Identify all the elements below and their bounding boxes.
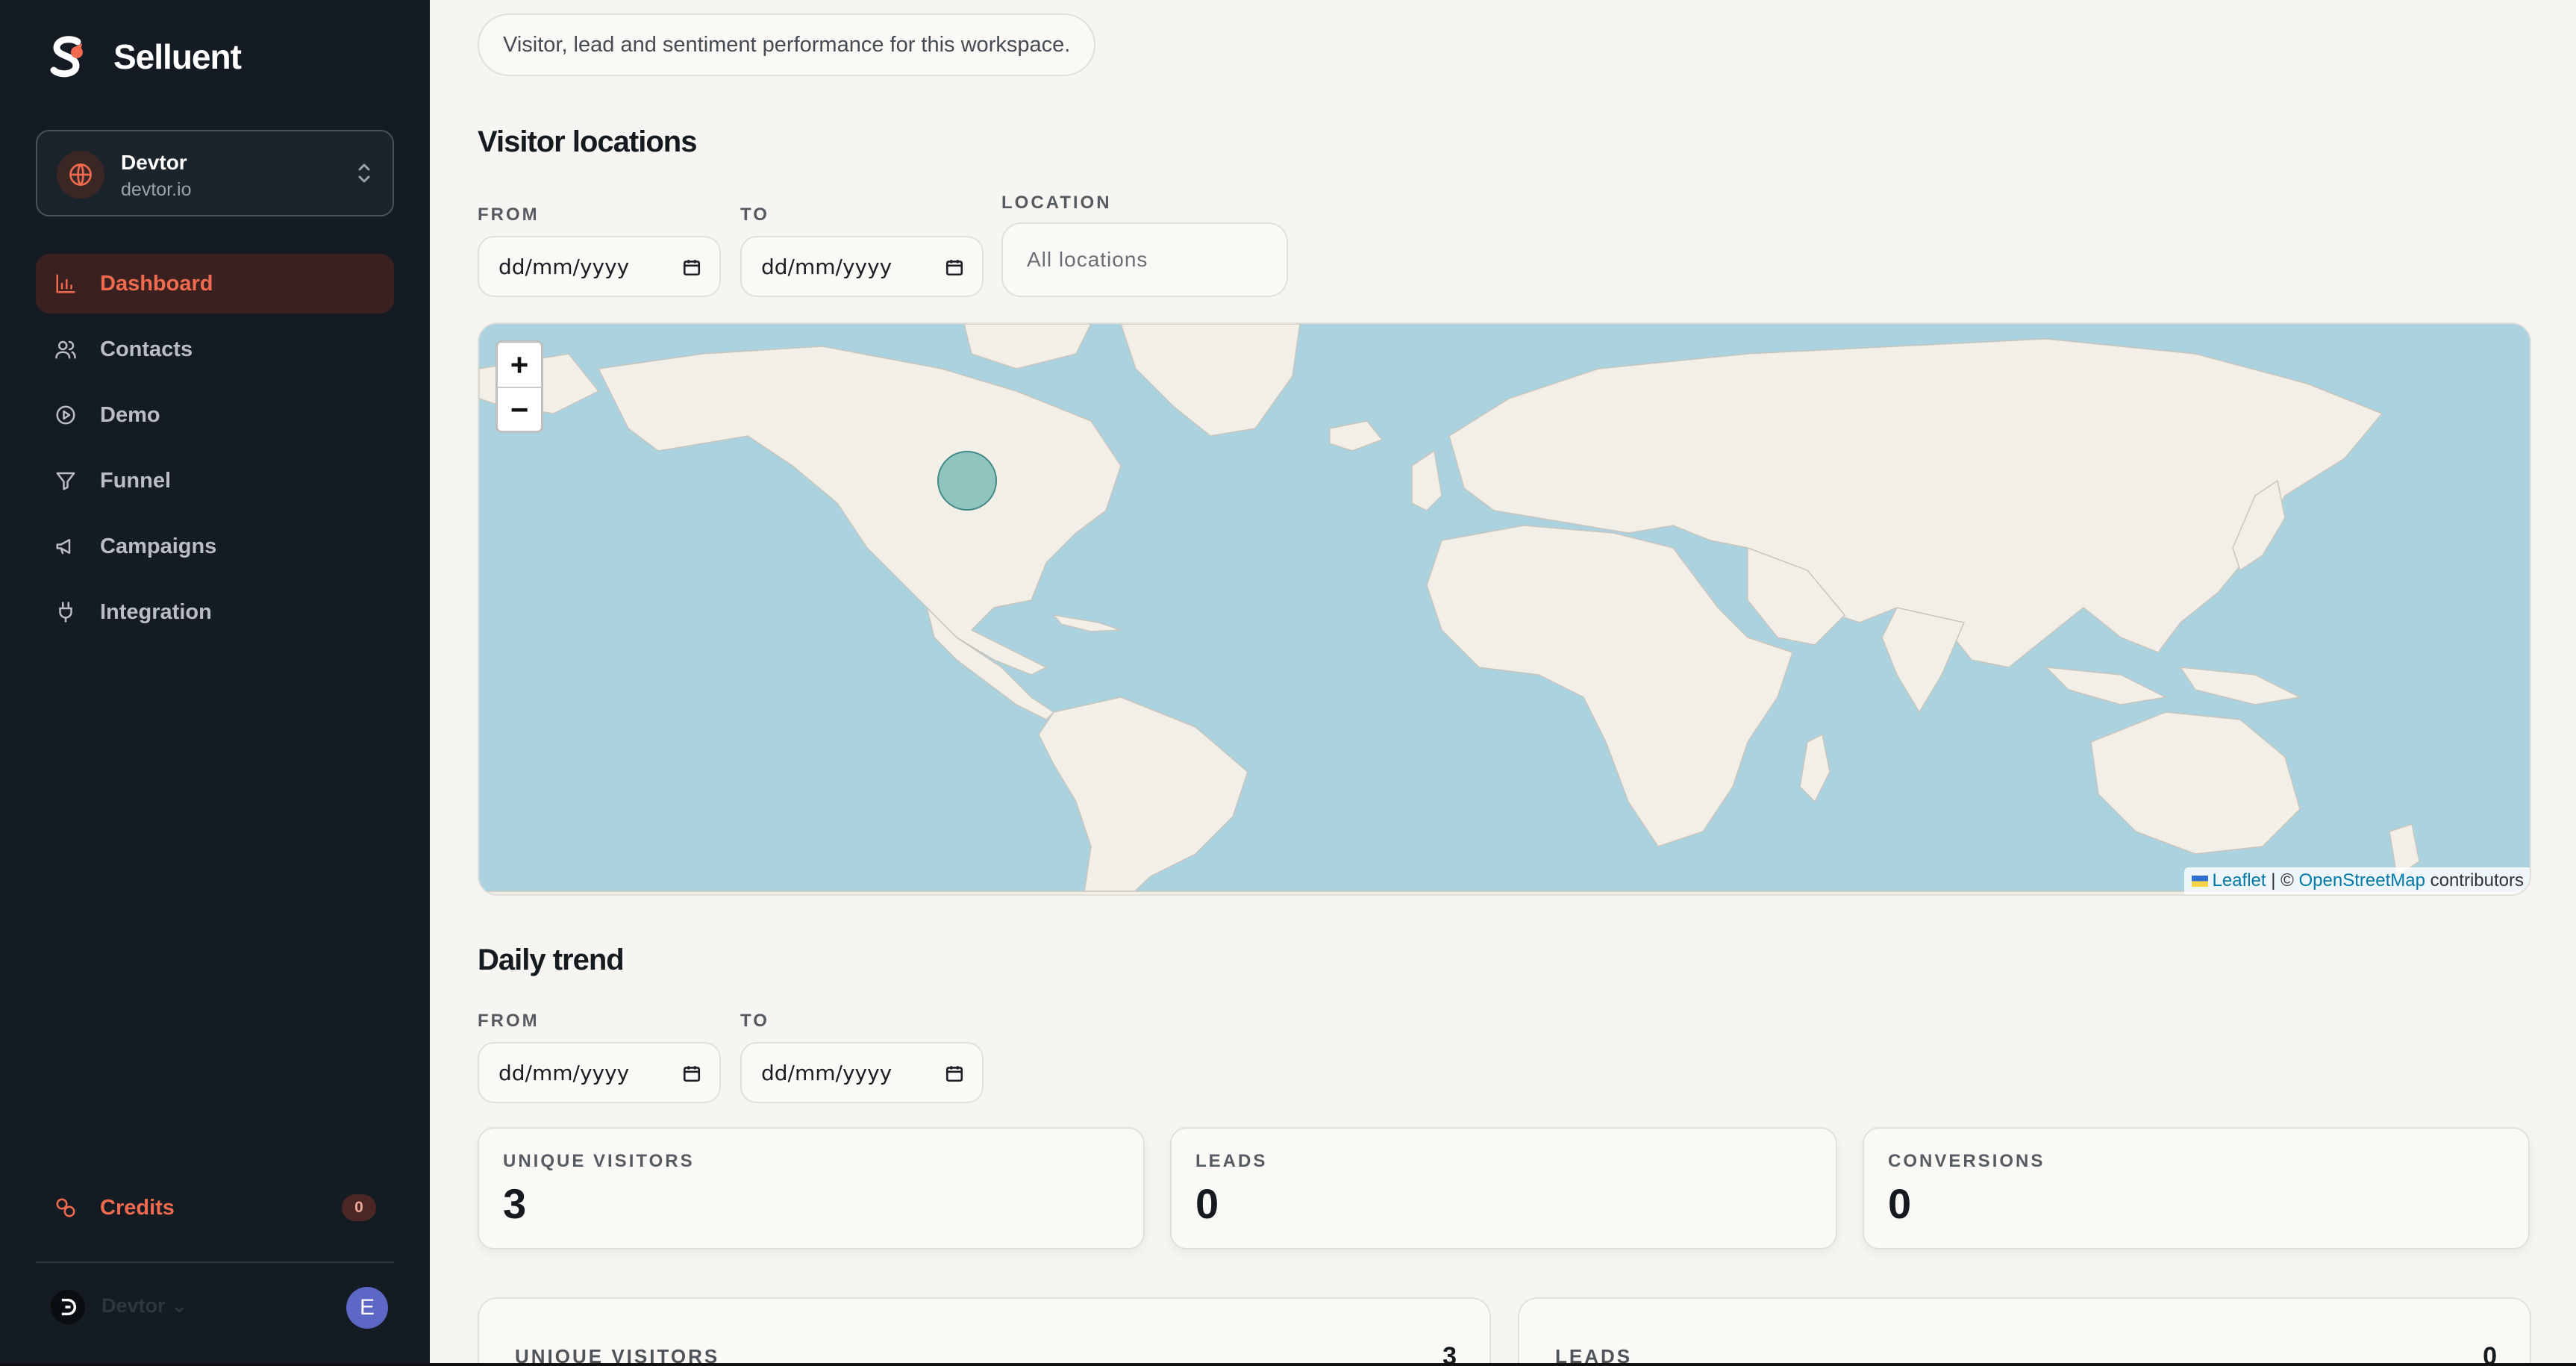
sidebar-item-contacts[interactable]: Contacts: [36, 319, 394, 379]
sidebar-item-integration[interactable]: Integration: [36, 582, 394, 642]
world-map-tiles: [479, 324, 2530, 894]
to-label: TO: [740, 1011, 769, 1031]
app-name: Selluent: [113, 37, 242, 76]
credits-label: Credits: [100, 1195, 175, 1220]
chart-card-leads: LEADS 0: [1518, 1297, 2531, 1366]
workspace-domain: devtor.io: [121, 179, 192, 200]
brand[interactable]: Selluent: [49, 34, 242, 79]
play-circle-icon: [54, 403, 78, 427]
kpi-value: 0: [1888, 1180, 1912, 1227]
visitor-from-date-input[interactable]: dd/mm/yyyy: [478, 236, 721, 297]
daily-trend-title: Daily trend: [478, 944, 625, 976]
visitor-map[interactable]: + − Leaflet | © OpenStreetMap contributo…: [478, 322, 2531, 896]
kpi-card-leads: LEADS 0: [1170, 1127, 1837, 1250]
sidebar: Selluent Devtor devtor.io Dashboard Cont…: [0, 0, 430, 1366]
calendar-icon[interactable]: [682, 1064, 701, 1088]
from-label: FROM: [478, 1011, 540, 1031]
kpi-label: CONVERSIONS: [1888, 1151, 2045, 1171]
attribution-tail: contributors: [2425, 870, 2524, 891]
coins-icon: [54, 1196, 78, 1220]
avatar[interactable]: E: [346, 1287, 388, 1329]
workspace-logo-icon: [51, 1290, 85, 1324]
sidebar-item-label: Campaigns: [100, 534, 217, 558]
map-attribution: Leaflet | © OpenStreetMap contributors: [2183, 867, 2530, 894]
to-label: TO: [740, 205, 769, 225]
kpi-card-conversions: CONVERSIONS 0: [1863, 1127, 2530, 1250]
sidebar-item-demo[interactable]: Demo: [36, 385, 394, 445]
location-filter-input[interactable]: All locations: [1001, 222, 1288, 297]
kpi-value: 3: [503, 1180, 527, 1227]
megaphone-icon: [54, 534, 78, 558]
trend-to-date-input[interactable]: dd/mm/yyyy: [740, 1042, 984, 1103]
footer-workspace-name: Devtor: [101, 1294, 166, 1317]
sidebar-item-credits[interactable]: Credits 0: [36, 1178, 394, 1238]
sidebar-item-label: Integration: [100, 599, 212, 624]
zoom-out-button[interactable]: −: [498, 387, 541, 431]
sidebar-nav: Dashboard Contacts Demo Funnel Campaigns: [36, 254, 394, 648]
chevron-up-down-icon: [355, 160, 373, 190]
visitor-to-date-input[interactable]: dd/mm/yyyy: [740, 236, 984, 297]
selluent-logo-icon: [49, 34, 88, 79]
users-icon: [54, 337, 78, 361]
sidebar-divider: [36, 1261, 394, 1263]
sidebar-item-label: Dashboard: [100, 271, 213, 296]
kpi-label: LEADS: [1195, 1151, 1268, 1171]
date-value: dd/mm/yyyy: [761, 254, 892, 279]
date-value: dd/mm/yyyy: [761, 1060, 892, 1085]
sidebar-item-label: Contacts: [100, 337, 193, 361]
visitor-location-marker[interactable]: [937, 451, 997, 511]
globe-icon: [57, 151, 104, 199]
sidebar-item-label: Demo: [100, 402, 160, 427]
sidebar-item-dashboard[interactable]: Dashboard: [36, 254, 394, 314]
visitor-locations-title: Visitor locations: [478, 125, 697, 158]
openstreetmap-link[interactable]: OpenStreetMap: [2299, 870, 2425, 891]
date-value: dd/mm/yyyy: [498, 1060, 630, 1085]
from-label: FROM: [478, 205, 540, 225]
page-description: Visitor, lead and sentiment performance …: [478, 13, 1096, 76]
kpi-card-unique-visitors: UNIQUE VISITORS 3: [478, 1127, 1145, 1250]
sidebar-item-campaigns[interactable]: Campaigns: [36, 517, 394, 576]
location-placeholder: All locations: [1027, 248, 1148, 271]
workspace-name: Devtor: [121, 151, 187, 174]
funnel-icon: [54, 469, 78, 493]
sidebar-item-label: Funnel: [100, 468, 172, 493]
map-zoom-control: + −: [495, 340, 543, 433]
bar-chart-icon: [54, 272, 78, 296]
date-value: dd/mm/yyyy: [498, 254, 630, 279]
kpi-value: 0: [1195, 1180, 1219, 1227]
ukraine-flag-icon: [2191, 875, 2208, 887]
location-label: LOCATION: [1001, 193, 1112, 213]
window-bottom-edge: [0, 1363, 2576, 1366]
sidebar-item-funnel[interactable]: Funnel: [36, 451, 394, 511]
footer-workspace-switcher[interactable]: Devtor ⌄: [101, 1294, 188, 1317]
calendar-icon[interactable]: [682, 258, 701, 282]
leaflet-link[interactable]: Leaflet: [2213, 870, 2266, 891]
chevron-down-icon: ⌄: [171, 1294, 188, 1317]
zoom-in-button[interactable]: +: [498, 343, 541, 387]
attribution-separator: | ©: [2266, 870, 2299, 891]
kpi-label: UNIQUE VISITORS: [503, 1151, 695, 1171]
plug-icon: [54, 600, 78, 624]
workspace-switcher[interactable]: Devtor devtor.io: [36, 130, 394, 216]
credits-badge: 0: [342, 1194, 376, 1221]
trend-from-date-input[interactable]: dd/mm/yyyy: [478, 1042, 721, 1103]
calendar-icon[interactable]: [945, 1064, 964, 1088]
calendar-icon[interactable]: [945, 258, 964, 282]
chart-card-unique-visitors: UNIQUE VISITORS 3: [478, 1297, 1491, 1366]
